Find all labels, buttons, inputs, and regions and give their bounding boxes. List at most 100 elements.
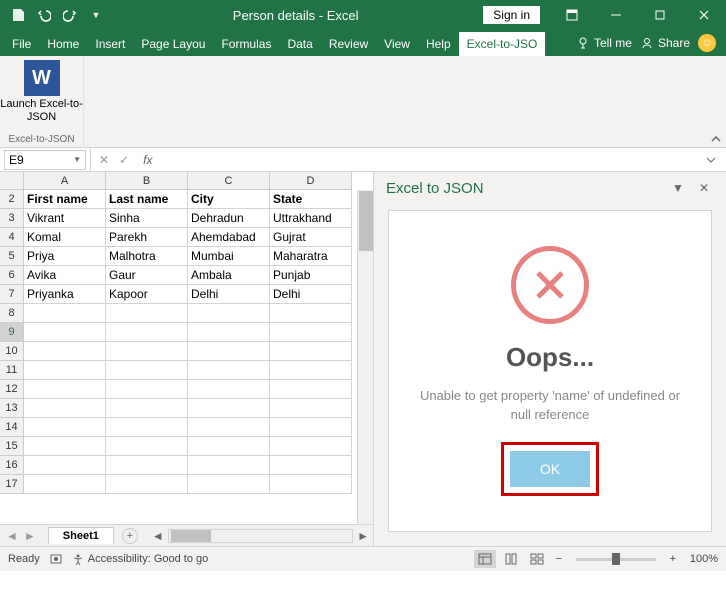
cell[interactable]: Maharatra [270,247,352,266]
sheet-tab-sheet1[interactable]: Sheet1 [48,527,114,544]
cell[interactable]: First name [24,190,106,209]
cell[interactable]: Malhotra [106,247,188,266]
cell[interactable] [106,475,188,494]
row-header[interactable]: 3 [0,209,24,228]
cell[interactable] [188,323,270,342]
cell[interactable]: Last name [106,190,188,209]
cell[interactable] [188,380,270,399]
cell[interactable]: Mumbai [188,247,270,266]
cell[interactable] [24,380,106,399]
redo-icon[interactable] [58,3,82,27]
row-header[interactable]: 14 [0,418,24,437]
cell[interactable]: Priyanka [24,285,106,304]
zoom-slider[interactable] [576,558,656,561]
tab-review[interactable]: Review [321,32,376,56]
col-header-b[interactable]: B [106,172,188,190]
cell[interactable]: Komal [24,228,106,247]
collapse-ribbon-icon[interactable] [710,133,722,145]
row-header[interactable]: 8 [0,304,24,323]
cell[interactable] [106,399,188,418]
cell[interactable]: Gujrat [270,228,352,247]
grid[interactable]: A B C D 2First nameLast nameCityState3Vi… [0,172,373,524]
tab-data[interactable]: Data [279,32,320,56]
col-header-a[interactable]: A [24,172,106,190]
vertical-scrollbar-thumb[interactable] [359,191,373,251]
cell[interactable] [270,399,352,418]
name-box[interactable]: E9 ▼ [4,150,86,170]
ok-button[interactable]: OK [510,451,590,487]
tab-home[interactable]: Home [39,32,87,56]
cancel-formula-icon[interactable]: ✕ [99,153,109,167]
row-header[interactable]: 17 [0,475,24,494]
tab-help[interactable]: Help [418,32,459,56]
cell[interactable] [24,418,106,437]
horizontal-scrollbar-thumb[interactable] [171,530,211,542]
tab-file[interactable]: File [4,32,39,56]
page-break-view-icon[interactable] [526,550,548,568]
cell[interactable] [188,418,270,437]
cell[interactable]: Ahemdabad [188,228,270,247]
cell[interactable] [24,437,106,456]
zoom-in-icon[interactable]: + [666,553,680,565]
row-header[interactable]: 15 [0,437,24,456]
cell[interactable] [106,456,188,475]
cell[interactable]: Avika [24,266,106,285]
zoom-out-icon[interactable]: − [552,553,566,565]
cell[interactable]: Uttrakhand [270,209,352,228]
taskpane-close-icon[interactable]: ✕ [694,181,714,195]
cell[interactable] [188,342,270,361]
row-header[interactable]: 2 [0,190,24,209]
tab-view[interactable]: View [376,32,418,56]
cell[interactable] [106,304,188,323]
cell[interactable] [24,399,106,418]
col-header-c[interactable]: C [188,172,270,190]
col-header-d[interactable]: D [270,172,352,190]
accessibility-status[interactable]: Accessibility: Good to go [72,553,208,565]
row-header[interactable]: 7 [0,285,24,304]
cell[interactable] [24,456,106,475]
cell[interactable]: Parekh [106,228,188,247]
page-layout-view-icon[interactable] [500,550,522,568]
cell[interactable] [188,456,270,475]
tab-formulas[interactable]: Formulas [213,32,279,56]
cell[interactable] [270,418,352,437]
taskpane-dropdown-icon[interactable]: ▼ [668,181,688,195]
cell[interactable] [106,342,188,361]
cell[interactable] [106,418,188,437]
cell[interactable] [270,304,352,323]
cell[interactable] [24,342,106,361]
ribbon-options-icon[interactable] [550,0,594,30]
formula-input[interactable] [164,150,706,170]
sheet-nav-prev-icon[interactable]: ◄ [6,529,18,543]
normal-view-icon[interactable] [474,550,496,568]
tab-page-layout[interactable]: Page Layou [133,32,213,56]
maximize-icon[interactable] [638,0,682,30]
cell[interactable] [188,304,270,323]
name-box-dropdown-icon[interactable]: ▼ [73,155,81,164]
tab-insert[interactable]: Insert [87,32,133,56]
zoom-level[interactable]: 100% [690,553,718,565]
select-all-cell[interactable] [0,172,24,190]
cell[interactable] [270,475,352,494]
cell[interactable]: Delhi [188,285,270,304]
add-sheet-icon[interactable]: + [122,528,138,544]
cell[interactable] [188,437,270,456]
cell[interactable] [106,323,188,342]
cell[interactable]: Punjab [270,266,352,285]
fx-icon[interactable]: fx [139,153,156,167]
cell[interactable] [24,361,106,380]
tell-me-button[interactable]: Tell me [576,36,632,50]
minimize-icon[interactable] [594,0,638,30]
launch-excel-to-json-button[interactable]: W Launch Excel-to-JSON [0,60,83,124]
row-header[interactable]: 10 [0,342,24,361]
hscroll-right-icon[interactable]: ► [353,529,373,543]
qat-customize-icon[interactable]: ▼ [84,3,108,27]
save-icon[interactable] [6,3,30,27]
cell[interactable]: Ambala [188,266,270,285]
hscroll-left-icon[interactable]: ◄ [148,529,168,543]
cell[interactable] [270,342,352,361]
undo-icon[interactable] [32,3,56,27]
tab-excel-to-json[interactable]: Excel-to-JSO [459,32,546,56]
cell[interactable] [270,456,352,475]
cell[interactable]: Sinha [106,209,188,228]
